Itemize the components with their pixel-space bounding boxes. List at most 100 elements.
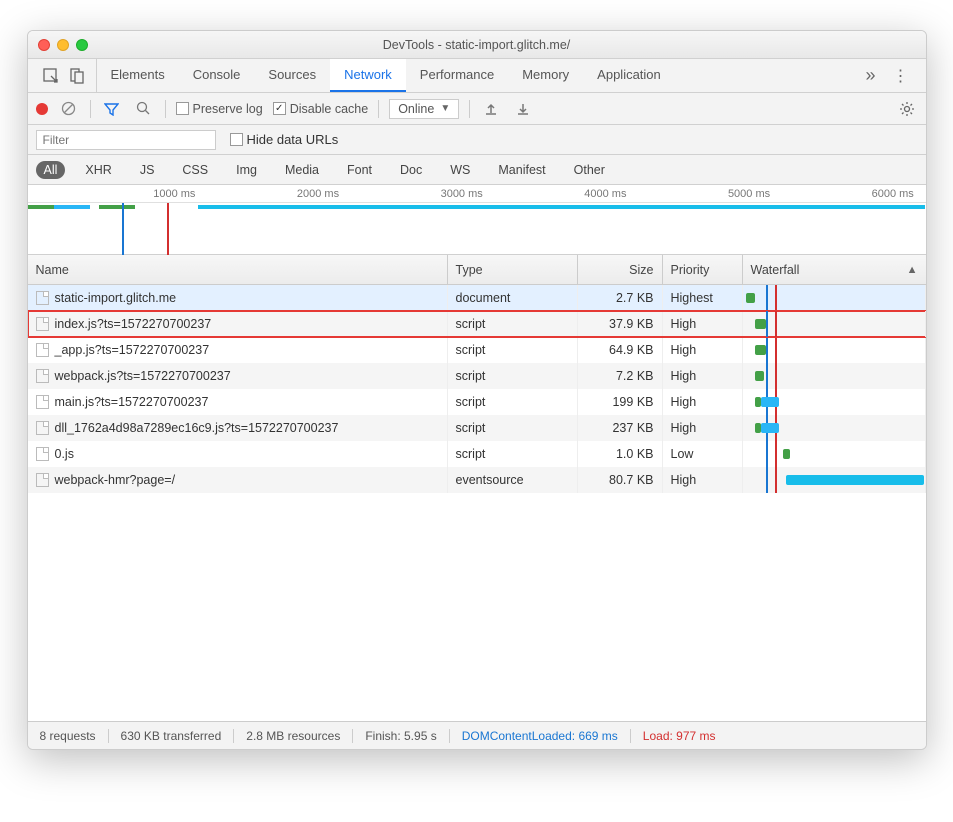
disable-cache-label: Disable cache	[290, 102, 369, 116]
type-media[interactable]: Media	[277, 161, 327, 179]
filter-icon[interactable]	[101, 98, 123, 120]
waterfall-cell	[743, 363, 926, 389]
request-name: static-import.glitch.me	[55, 291, 177, 305]
request-size: 7.2 KB	[578, 363, 663, 389]
waterfall-cell	[743, 389, 926, 415]
request-row[interactable]: dll_1762a4d98a7289ec16c9.js?ts=157227070…	[28, 415, 926, 441]
request-type: document	[448, 285, 578, 311]
request-row[interactable]: main.js?ts=1572270700237 script199 KBHigh	[28, 389, 926, 415]
disable-cache-checkbox[interactable]: ✓ Disable cache	[273, 102, 369, 116]
request-row[interactable]: webpack-hmr?page=/eventsource80.7 KBHigh	[28, 467, 926, 493]
file-icon	[36, 447, 49, 461]
file-icon	[36, 317, 49, 331]
throttling-select[interactable]: Online ▼	[389, 99, 459, 119]
request-priority: High	[663, 389, 743, 415]
tab-network[interactable]: Network	[330, 59, 406, 92]
waterfall-cell	[743, 441, 926, 467]
search-icon[interactable]	[133, 98, 155, 120]
request-name: main.js?ts=1572270700237	[55, 395, 209, 409]
request-list: static-import.glitch.medocument2.7 KBHig…	[28, 285, 926, 721]
type-filter-bar: All XHR JS CSS Img Media Font Doc WS Man…	[28, 155, 926, 185]
request-size: 2.7 KB	[578, 285, 663, 311]
grid-header: Name Type Size Priority Waterfall▲	[28, 255, 926, 285]
request-row[interactable]: webpack.js?ts=1572270700237 script7.2 KBH…	[28, 363, 926, 389]
type-manifest[interactable]: Manifest	[490, 161, 553, 179]
request-type: script	[448, 311, 578, 337]
filter-input[interactable]	[36, 130, 216, 150]
filter-bar: Hide data URLs	[28, 125, 926, 155]
tab-performance[interactable]: Performance	[406, 59, 508, 92]
kebab-icon[interactable]: ⋮	[890, 65, 912, 87]
inspect-icon[interactable]	[40, 65, 62, 87]
request-row[interactable]: static-import.glitch.me document2.7 KBHig…	[28, 285, 926, 311]
request-name: webpack.js?ts=1572270700237	[55, 369, 231, 383]
waterfall-cell	[743, 467, 926, 493]
status-resources: 2.8 MB resources	[234, 729, 353, 743]
timeline-overview[interactable]: 1000 ms 2000 ms 3000 ms 4000 ms 5000 ms …	[28, 185, 926, 255]
file-icon	[36, 343, 49, 357]
request-size: 80.7 KB	[578, 467, 663, 493]
tab-application[interactable]: Application	[583, 59, 675, 92]
more-tabs-icon[interactable]: »	[860, 65, 882, 87]
request-priority: Highest	[663, 285, 743, 311]
request-priority: High	[663, 363, 743, 389]
col-type[interactable]: Type	[448, 255, 578, 284]
request-name: dll_1762a4d98a7289ec16c9.js?ts=157227070…	[55, 421, 339, 435]
request-type: script	[448, 337, 578, 363]
type-other[interactable]: Other	[566, 161, 613, 179]
request-priority: High	[663, 311, 743, 337]
titlebar: DevTools - static-import.glitch.me/	[28, 31, 926, 59]
tab-console[interactable]: Console	[179, 59, 255, 92]
upload-har-icon[interactable]	[480, 98, 502, 120]
request-size: 237 KB	[578, 415, 663, 441]
file-icon	[36, 291, 49, 305]
request-size: 199 KB	[578, 389, 663, 415]
network-toolbar: Preserve log ✓ Disable cache Online ▼	[28, 93, 926, 125]
type-js[interactable]: JS	[132, 161, 163, 179]
clear-icon[interactable]	[58, 98, 80, 120]
file-icon	[36, 421, 49, 435]
request-size: 1.0 KB	[578, 441, 663, 467]
col-name[interactable]: Name	[28, 255, 448, 284]
request-row[interactable]: _app.js?ts=1572270700237script64.9 KBHig…	[28, 337, 926, 363]
waterfall-cell	[743, 337, 926, 363]
throttling-value: Online	[398, 102, 434, 116]
type-doc[interactable]: Doc	[392, 161, 430, 179]
tab-elements[interactable]: Elements	[97, 59, 179, 92]
col-priority[interactable]: Priority	[663, 255, 743, 284]
file-icon	[36, 473, 49, 487]
request-name: webpack-hmr?page=/	[55, 473, 176, 487]
request-type: script	[448, 441, 578, 467]
col-waterfall[interactable]: Waterfall▲	[743, 255, 926, 284]
tab-memory[interactable]: Memory	[508, 59, 583, 92]
request-row[interactable]: index.js?ts=1572270700237script37.9 KBHi…	[28, 311, 926, 337]
status-domloaded: DOMContentLoaded: 669 ms	[450, 729, 631, 743]
type-img[interactable]: Img	[228, 161, 265, 179]
col-size[interactable]: Size	[578, 255, 663, 284]
waterfall-cell	[743, 285, 926, 311]
status-transferred: 630 KB transferred	[109, 729, 235, 743]
status-finish: Finish: 5.95 s	[353, 729, 449, 743]
status-bar: 8 requests 630 KB transferred 2.8 MB res…	[28, 721, 926, 749]
type-xhr[interactable]: XHR	[77, 161, 119, 179]
file-icon	[36, 395, 49, 409]
type-all[interactable]: All	[36, 161, 66, 179]
devtools-window: DevTools - static-import.glitch.me/ Elem…	[27, 30, 927, 750]
download-har-icon[interactable]	[512, 98, 534, 120]
device-icon[interactable]	[66, 65, 88, 87]
request-type: script	[448, 389, 578, 415]
type-css[interactable]: CSS	[174, 161, 216, 179]
type-ws[interactable]: WS	[442, 161, 478, 179]
type-font[interactable]: Font	[339, 161, 380, 179]
tab-sources[interactable]: Sources	[254, 59, 330, 92]
request-name: index.js?ts=1572270700237	[55, 317, 212, 331]
request-priority: High	[663, 415, 743, 441]
request-type: script	[448, 363, 578, 389]
status-load: Load: 977 ms	[631, 729, 728, 743]
preserve-log-checkbox[interactable]: Preserve log	[176, 102, 263, 116]
request-row[interactable]: 0.jsscript1.0 KBLow	[28, 441, 926, 467]
settings-icon[interactable]	[896, 98, 918, 120]
record-button[interactable]	[36, 103, 48, 115]
hide-data-urls-checkbox[interactable]: Hide data URLs	[230, 132, 339, 147]
hide-data-urls-label: Hide data URLs	[247, 132, 339, 147]
